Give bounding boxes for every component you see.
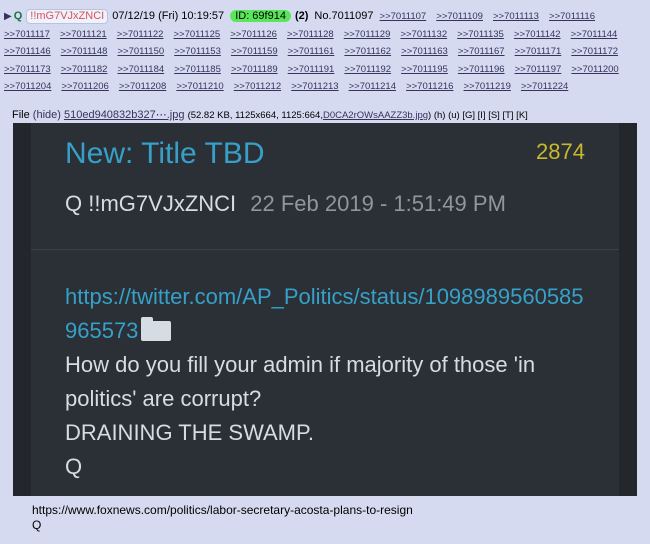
- reply-link[interactable]: >>7011184: [117, 64, 164, 75]
- reply-link[interactable]: >>7011135: [457, 29, 504, 40]
- image-body-panel: https://twitter.com/AP_Politics/status/1…: [31, 249, 619, 496]
- comment-url[interactable]: https://www.foxnews.com/politics/labor-s…: [32, 503, 413, 518]
- reply-link[interactable]: >>7011208: [119, 81, 166, 92]
- image-timestamp: 22 Feb 2019 - 1:51:49 PM: [250, 191, 506, 216]
- original-filename-link[interactable]: D0CA2rOWsAAZZ3b.jpg: [323, 110, 428, 121]
- image-question: How do you fill your admin if majority o…: [65, 352, 536, 411]
- reply-link[interactable]: >>7011206: [61, 81, 108, 92]
- post-number[interactable]: No.7011097: [314, 10, 373, 22]
- reply-link[interactable]: >>7011163: [401, 46, 448, 57]
- reply-link[interactable]: >>7011126: [230, 29, 277, 40]
- reply-link[interactable]: >>7011128: [287, 29, 334, 40]
- reply-link[interactable]: >>7011173: [4, 64, 51, 75]
- reply-link[interactable]: >>7011107: [380, 11, 427, 22]
- reply-link[interactable]: >>7011196: [458, 64, 505, 75]
- reply-link[interactable]: >>7011117: [4, 29, 50, 40]
- reply-link[interactable]: >>7011214: [349, 81, 396, 92]
- image-title: New: Title TBD: [65, 137, 265, 170]
- tripcode: !!mG7VJxZNCI: [26, 9, 109, 24]
- image-title-panel: New: Title TBD 2874 Q !!mG7VJxZNCI 22 Fe…: [31, 123, 619, 249]
- reply-link[interactable]: >>7011195: [401, 64, 448, 75]
- post-header: ▶ Q !!mG7VJxZNCI 07/12/19 (Fri) 10:19:57 ID…: [4, 8, 644, 96]
- reply-link[interactable]: >>7011132: [400, 29, 447, 40]
- image-author-line: Q !!mG7VJxZNCI 22 Feb 2019 - 1:51:49 PM: [65, 191, 506, 217]
- reply-link[interactable]: >>7011144: [571, 29, 618, 40]
- reply-link[interactable]: >>7011200: [571, 64, 618, 75]
- file-name-link[interactable]: 510ed940832b327⋯.jpg: [64, 109, 185, 121]
- reply-link[interactable]: >>7011161: [288, 46, 335, 57]
- reply-link[interactable]: >>7011121: [60, 29, 107, 40]
- poster-name: Q: [13, 10, 23, 22]
- expand-arrow-icon[interactable]: ▶: [4, 11, 12, 22]
- image-trip: !!mG7VJxZNCI: [88, 191, 237, 216]
- reply-link[interactable]: >>7011191: [288, 64, 335, 75]
- reply-link[interactable]: >>7011224: [521, 81, 568, 92]
- image-statement: DRAINING THE SWAMP.: [65, 420, 314, 445]
- reply-link[interactable]: >>7011116: [549, 11, 595, 22]
- post-date: 07/12/19 (Fri) 10:19:57: [112, 10, 225, 22]
- reply-link[interactable]: >>7011122: [117, 29, 164, 40]
- reply-link[interactable]: >>7011150: [117, 46, 164, 57]
- file-meta: (52.82 KB, 1125x664, 1125:664,: [187, 110, 323, 121]
- reply-link[interactable]: >>7011167: [458, 46, 505, 57]
- reply-link[interactable]: >>7011212: [234, 81, 281, 92]
- reply-link[interactable]: >>7011162: [344, 46, 391, 57]
- reply-link[interactable]: >>7011153: [174, 46, 221, 57]
- file-info: File (hide) 510ed940832b327⋯.jpg (52.82 …: [12, 108, 528, 121]
- reply-link[interactable]: >>7011185: [174, 64, 221, 75]
- reply-link[interactable]: >>7011192: [344, 64, 391, 75]
- reply-link[interactable]: >>7011216: [406, 81, 453, 92]
- image-body-text: https://twitter.com/AP_Politics/status/1…: [65, 280, 585, 484]
- reply-link[interactable]: >>7011210: [176, 81, 223, 92]
- reply-link[interactable]: >>7011159: [231, 46, 278, 57]
- reply-link[interactable]: >>7011213: [291, 81, 338, 92]
- reply-link[interactable]: >>7011109: [436, 11, 483, 22]
- reply-link[interactable]: >>7011172: [571, 46, 618, 57]
- reply-link[interactable]: >>7011219: [464, 81, 511, 92]
- post-comment: https://www.foxnews.com/politics/labor-s…: [32, 503, 413, 533]
- folder-icon: [141, 317, 172, 341]
- reply-link[interactable]: >>7011182: [61, 64, 108, 75]
- image-post-number: 2874: [536, 139, 585, 164]
- reply-link[interactable]: >>7011129: [344, 29, 391, 40]
- reply-link[interactable]: >>7011171: [515, 46, 562, 57]
- poster-id-badge[interactable]: ID: 69f914: [230, 10, 291, 22]
- post: ▶ Q !!mG7VJxZNCI 07/12/19 (Fri) 10:19:57 ID…: [0, 0, 650, 544]
- post-count: (2): [294, 10, 309, 22]
- reply-link[interactable]: >>7011148: [61, 46, 108, 57]
- hide-file-link[interactable]: (hide): [33, 109, 61, 121]
- reply-link[interactable]: >>7011146: [4, 46, 51, 57]
- file-label: File: [12, 109, 30, 121]
- reply-link[interactable]: >>7011113: [493, 11, 539, 22]
- reply-link[interactable]: >>7011125: [174, 29, 221, 40]
- reply-link[interactable]: >>7011142: [514, 29, 561, 40]
- reply-link[interactable]: >>7011189: [231, 64, 278, 75]
- image-signature: Q: [65, 454, 83, 479]
- post-image[interactable]: New: Title TBD 2874 Q !!mG7VJxZNCI 22 Fe…: [13, 123, 637, 496]
- reply-link[interactable]: >>7011204: [4, 81, 51, 92]
- reply-link[interactable]: >>7011197: [515, 64, 562, 75]
- comment-signature: Q: [32, 518, 42, 532]
- image-author: Q: [65, 191, 83, 216]
- file-tool-links[interactable]: ) (h) (u) [G] [I] [S] [T] [K]: [428, 110, 528, 121]
